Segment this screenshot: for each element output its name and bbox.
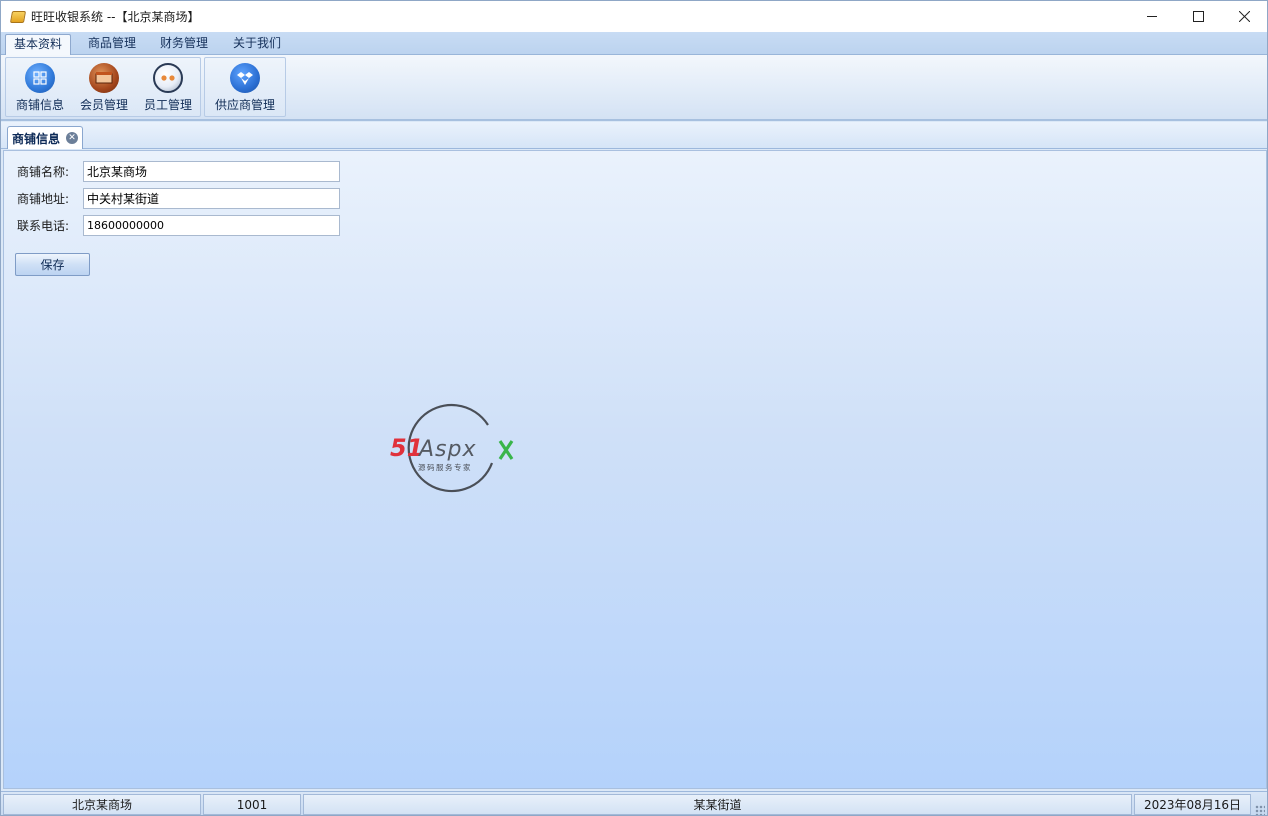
- member-management-button[interactable]: 会员管理: [72, 58, 136, 116]
- close-button[interactable]: [1221, 1, 1267, 32]
- store-info-label: 商铺信息: [15, 98, 64, 112]
- store-phone-row: 联系电话:: [17, 214, 340, 236]
- maximize-icon: [1192, 11, 1204, 22]
- menu-bar: 基本资料 商品管理 财务管理 关于我们: [1, 32, 1267, 55]
- app-logo-icon: [9, 10, 27, 23]
- supplier-management-label: 供应商管理: [214, 98, 275, 112]
- store-phone-input[interactable]: [83, 214, 340, 236]
- staff-management-label: 员工管理: [143, 98, 192, 112]
- tab-store-info-label: 商铺信息: [12, 131, 61, 146]
- store-phone-label: 联系电话:: [17, 218, 70, 233]
- menu-product-management[interactable]: 商品管理: [80, 34, 144, 55]
- ribbon-toolbar: 商铺信息 会员管理 员工管理 供应商管理: [1, 55, 1267, 121]
- store-address-input[interactable]: [83, 187, 340, 209]
- member-management-label: 会员管理: [79, 98, 128, 112]
- status-user-id: 1001: [203, 794, 301, 815]
- menu-basic-info[interactable]: 基本资料: [5, 34, 72, 55]
- ribbon-group-basic: 商铺信息 会员管理 员工管理: [5, 57, 201, 117]
- menu-about-us[interactable]: 关于我们: [225, 34, 289, 55]
- logo-tagline: 源码服务专家: [418, 462, 472, 472]
- maximize-button[interactable]: [1175, 1, 1221, 32]
- status-store-name: 北京某商场: [3, 794, 201, 815]
- supplier-box-icon: [230, 63, 260, 93]
- tab-store-info[interactable]: 商铺信息 ✕: [7, 126, 83, 149]
- store-address-row: 商铺地址:: [17, 187, 340, 209]
- status-date: 2023年08月16日: [1134, 794, 1251, 815]
- staff-face-icon: [153, 63, 183, 93]
- window-title: 旺旺收银系统 --【北京某商场】: [31, 10, 200, 24]
- save-button[interactable]: 保存: [15, 253, 90, 276]
- watermark-logo: 51 Aspx 源码服务专家: [390, 403, 514, 493]
- menu-finance-management[interactable]: 财务管理: [152, 34, 216, 55]
- staff-management-button[interactable]: 员工管理: [136, 58, 200, 116]
- status-bar: 北京某商场 1001 某某街道 2023年08月16日: [1, 791, 1267, 815]
- store-name-row: 商铺名称:: [17, 160, 340, 182]
- store-grid-icon: [25, 63, 55, 93]
- store-address-label: 商铺地址:: [17, 191, 70, 206]
- tab-close-icon[interactable]: ✕: [66, 132, 79, 144]
- resize-grip-icon[interactable]: [1255, 805, 1265, 815]
- status-address: 某某街道: [303, 794, 1132, 815]
- store-name-input[interactable]: [83, 160, 340, 182]
- document-tab-strip: 商铺信息 ✕: [1, 122, 1267, 149]
- minimize-icon: [1146, 16, 1157, 17]
- member-icon: [89, 63, 119, 93]
- title-bar: 旺旺收银系统 --【北京某商场】: [1, 1, 1267, 32]
- close-icon: [1238, 11, 1250, 22]
- app-window: 旺旺收银系统 --【北京某商场】 基本资料 商品管理 财务管理 关于我们 商铺信…: [0, 0, 1268, 816]
- window-controls: [1129, 1, 1267, 32]
- logo-brand-aspx: Aspx: [417, 437, 477, 462]
- supplier-management-button[interactable]: 供应商管理: [213, 58, 277, 116]
- store-info-panel: 商铺名称: 商铺地址: 联系电话: 保存 51 Aspx 源码服务专家: [3, 150, 1267, 789]
- store-info-button[interactable]: 商铺信息: [8, 58, 72, 116]
- ribbon-group-supplier: 供应商管理: [204, 57, 286, 117]
- minimize-button[interactable]: [1129, 1, 1175, 32]
- store-name-label: 商铺名称:: [17, 164, 70, 179]
